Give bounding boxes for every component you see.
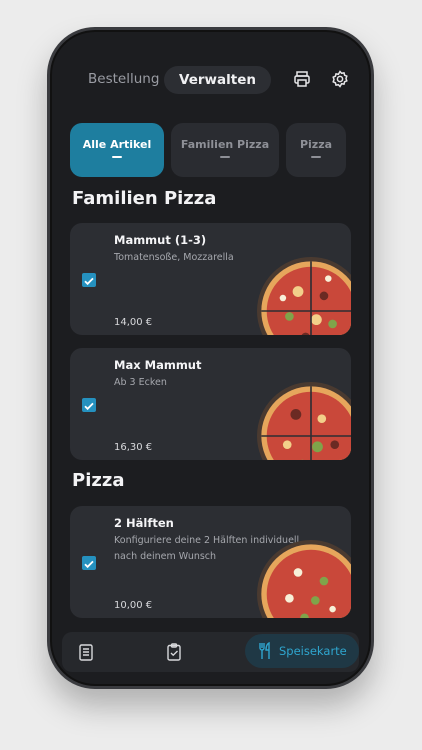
printer-icon[interactable] xyxy=(292,69,312,89)
header: Bestellung Verwalten xyxy=(50,66,371,96)
category-pizza[interactable]: Pizza xyxy=(286,123,346,177)
item-name: Mammut (1-3) xyxy=(114,233,207,247)
item-checkbox[interactable] xyxy=(82,398,96,412)
section-title-familien-pizza: Familien Pizza xyxy=(72,188,217,209)
tab-bestellung[interactable]: Bestellung xyxy=(88,71,159,87)
category-label: Pizza xyxy=(299,138,333,151)
category-underline xyxy=(311,156,321,158)
category-familien-pizza[interactable]: Familien Pizza xyxy=(171,123,279,177)
item-checkbox[interactable] xyxy=(82,556,96,570)
item-price: 14,00 € xyxy=(114,317,153,328)
pizza-image xyxy=(257,257,351,335)
category-underline xyxy=(220,156,230,158)
item-price: 16,30 € xyxy=(114,442,153,453)
pizza-image xyxy=(257,540,351,618)
item-checkbox[interactable] xyxy=(82,273,96,287)
fork-knife-icon xyxy=(259,642,270,659)
gear-icon[interactable] xyxy=(330,69,350,89)
item-price: 10,00 € xyxy=(114,600,153,611)
speisekarte-label: Speisekarte xyxy=(279,644,347,658)
clipboard-check-icon[interactable] xyxy=(164,642,184,662)
order-list-icon[interactable] xyxy=(76,642,96,662)
category-alle-artikel[interactable]: Alle Artikel xyxy=(70,123,164,177)
phone-frame: Bestellung Verwalten Alle Artikel Famili… xyxy=(47,27,374,689)
menu-item-card[interactable]: Mammut (1-3) Tomatensoße, Mozzarella 14,… xyxy=(70,223,351,335)
item-name: 2 Hälften xyxy=(114,516,174,530)
tab-verwalten[interactable]: Verwalten xyxy=(164,66,271,94)
category-label: Alle Artikel xyxy=(82,138,152,151)
menu-item-card[interactable]: Max Mammut Ab 3 Ecken 16,30 € xyxy=(70,348,351,460)
category-label: Familien Pizza xyxy=(180,138,270,151)
item-name: Max Mammut xyxy=(114,358,202,372)
menu-item-card[interactable]: 2 Hälften Konfiguriere deine 2 Hälften i… xyxy=(70,506,351,618)
section-title-pizza: Pizza xyxy=(72,470,125,491)
app-screen: Bestellung Verwalten Alle Artikel Famili… xyxy=(50,30,371,686)
bottom-nav: Speisekarte xyxy=(62,632,359,672)
speisekarte-button[interactable]: Speisekarte xyxy=(245,634,359,668)
pizza-image xyxy=(257,382,351,460)
category-underline xyxy=(112,156,122,158)
